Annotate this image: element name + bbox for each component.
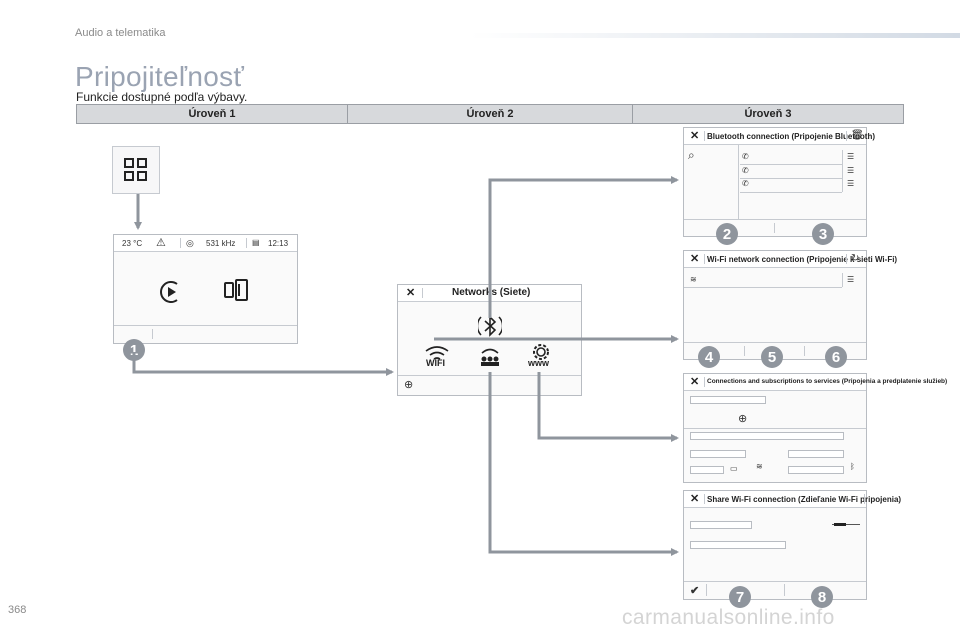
level-3-header: Úroveň 3 bbox=[744, 108, 792, 120]
header-divider bbox=[470, 33, 960, 38]
radio-frequency-readout: 531 kHz bbox=[206, 239, 236, 248]
page-title: Pripojiteľnosť bbox=[75, 61, 245, 92]
phone-icon: ✆ bbox=[742, 152, 749, 161]
close-icon[interactable]: ✕ bbox=[406, 286, 415, 299]
globe-icon[interactable]: ⊕ bbox=[738, 412, 747, 425]
grid-icon bbox=[124, 158, 147, 181]
refresh-icon[interactable]: ↻ bbox=[851, 253, 859, 264]
phone-icon: ✆ bbox=[742, 166, 749, 175]
level-2-header: Úroveň 2 bbox=[348, 105, 633, 123]
step-badge-8: 8 bbox=[811, 586, 833, 608]
wifi-label: WIFI bbox=[426, 358, 445, 368]
close-icon[interactable]: ✕ bbox=[690, 129, 699, 142]
arrow-share bbox=[488, 372, 679, 556]
radio-signal-icon: ◎ bbox=[186, 238, 194, 248]
phone-icon: ✆ bbox=[742, 179, 749, 188]
step-badge-5: 5 bbox=[761, 346, 783, 368]
user-profile-icon[interactable]: ☰ bbox=[847, 179, 854, 188]
bluetooth-title: Bluetooth connection (Pripojenie Bluetoo… bbox=[707, 132, 875, 141]
bluetooth-screen: ✕ Bluetooth connection (Pripojenie Bluet… bbox=[683, 127, 875, 237]
step-badge-1: 1 bbox=[123, 339, 145, 361]
home-screen: 23 °C ⚠ ◎ 531 kHz ▤ 12:13 bbox=[113, 234, 298, 344]
networks-title: Networks (Siete) bbox=[452, 287, 531, 298]
close-icon[interactable]: ✕ bbox=[690, 252, 699, 265]
arrow-home-to-networks bbox=[132, 352, 394, 376]
wifi-screen: ✕ Wi-Fi network connection (Pripojenie k… bbox=[683, 250, 897, 360]
step-badge-3: 3 bbox=[812, 223, 834, 245]
bluetooth-icon: ᛒ bbox=[850, 462, 855, 471]
services-title: Connections and subscriptions to service… bbox=[707, 378, 948, 385]
wifi-title: Wi-Fi network connection (Pripojenie k s… bbox=[707, 255, 898, 264]
message-icon: ▤ bbox=[252, 238, 260, 247]
share-wifi-title: Share Wi-Fi connection (Zdieľanie Wi-Fi … bbox=[707, 495, 902, 504]
clock-readout: 12:13 bbox=[268, 239, 289, 248]
warning-icon: ⚠ bbox=[156, 237, 166, 249]
levels-table-header: Úroveň 1 Úroveň 2 Úroveň 3 bbox=[76, 104, 904, 124]
step-badge-4: 4 bbox=[698, 346, 720, 368]
level-1-header: Úroveň 1 bbox=[77, 105, 348, 123]
step-badge-7: 7 bbox=[729, 586, 751, 608]
bluetooth-icon[interactable] bbox=[478, 313, 502, 339]
search-icon[interactable]: ⌕ bbox=[688, 148, 695, 163]
media-play-icon[interactable] bbox=[158, 279, 184, 305]
user-profile-icon[interactable]: ☰ bbox=[847, 152, 854, 161]
step-badge-2: 2 bbox=[716, 223, 738, 245]
user-profile-icon[interactable]: ☰ bbox=[847, 166, 854, 175]
phone-mirror-icon[interactable] bbox=[222, 277, 250, 305]
trash-icon[interactable]: 🗑 bbox=[851, 130, 864, 141]
page-number: 368 bbox=[8, 604, 27, 616]
checkmark-icon[interactable]: ✔ bbox=[690, 584, 699, 597]
section-header: Audio a telematika bbox=[75, 27, 166, 39]
connectivity-menu-button[interactable] bbox=[112, 146, 160, 194]
watermark-text: carmanualsonline.info bbox=[622, 606, 835, 629]
globe-icon[interactable]: ⊕ bbox=[404, 378, 413, 391]
share-wifi-screen: ✕ Share Wi-Fi connection (Zdieľanie Wi-F… bbox=[683, 490, 901, 600]
usb-icon: ▭ bbox=[730, 464, 738, 473]
close-icon[interactable]: ✕ bbox=[690, 375, 699, 388]
user-profile-icon[interactable]: ☰ bbox=[847, 275, 854, 284]
services-screen: ✕ Connections and subscriptions to servi… bbox=[683, 373, 947, 483]
data-connection-icon[interactable] bbox=[478, 345, 502, 369]
step-badge-6: 6 bbox=[825, 346, 847, 368]
wifi-signal-icon: ≋ bbox=[690, 275, 697, 284]
close-icon[interactable]: ✕ bbox=[690, 492, 699, 505]
wifi-signal-icon: ≋ bbox=[756, 462, 763, 471]
www-label: www bbox=[528, 358, 550, 368]
networks-screen: ✕ Networks (Siete) WIFI www ⊕ bbox=[397, 284, 582, 396]
temperature-readout: 23 °C bbox=[122, 239, 143, 248]
page-subtitle: Funkcie dostupné podľa výbavy. bbox=[76, 90, 248, 104]
